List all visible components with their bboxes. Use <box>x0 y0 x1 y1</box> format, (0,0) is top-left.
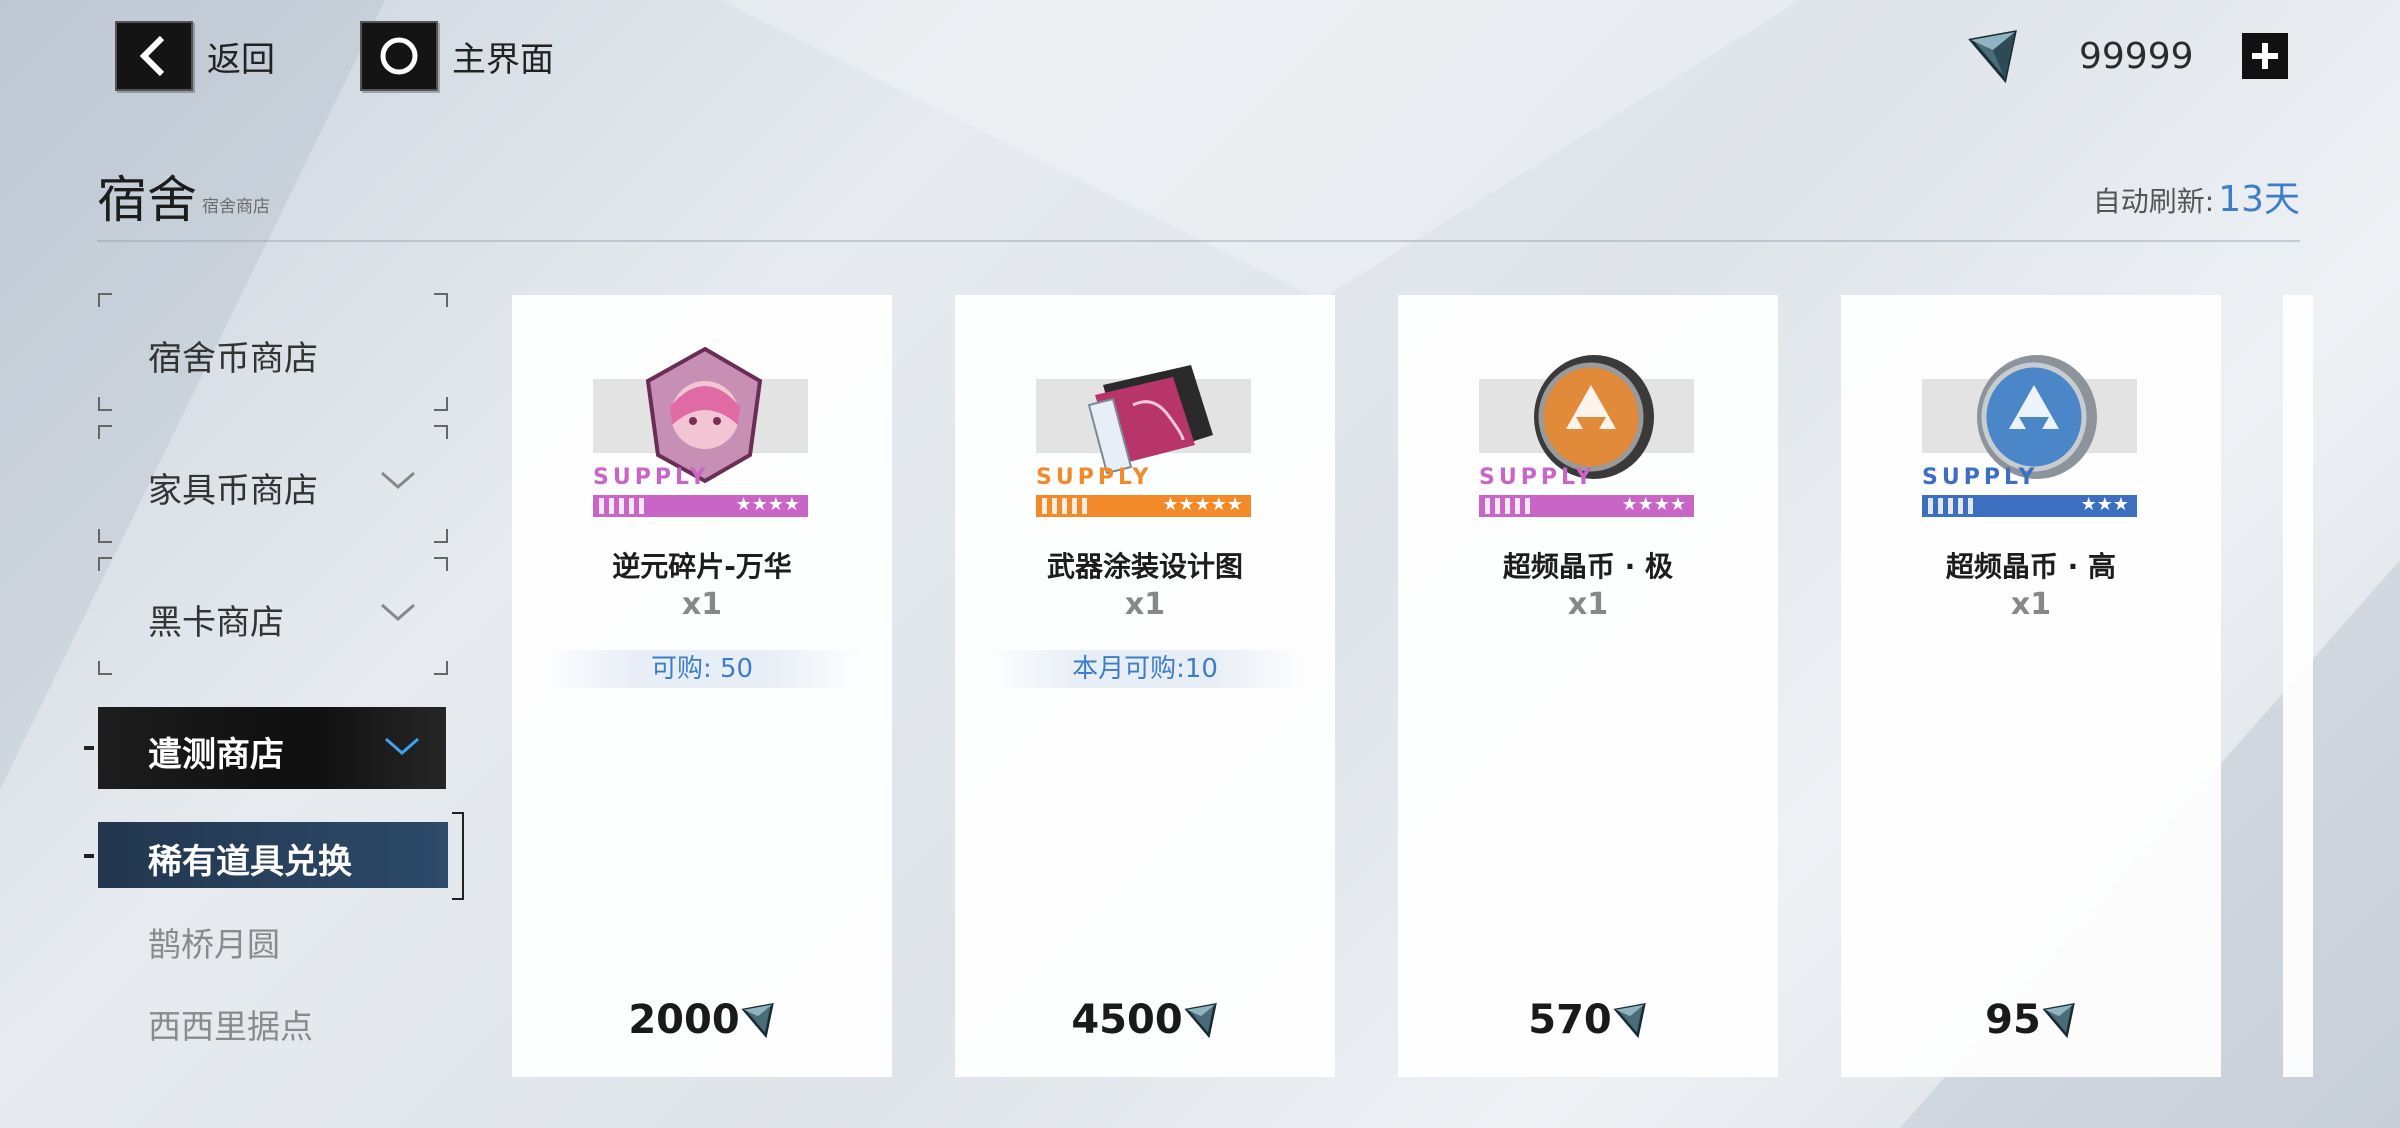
shop-item-card[interactable]: SUPPLY ★★★ 超频晶币 · 高 x1 95 <box>1841 295 2221 1077</box>
rarity-bar: ★★★★★ <box>1036 494 1251 517</box>
sidebar-subitem[interactable]: 鹊桥月圆 <box>148 918 280 966</box>
selection-bracket <box>452 812 464 900</box>
price-value: 2000 <box>628 997 740 1043</box>
home-label: 主界面 <box>452 39 554 80</box>
sidebar-item-black-card-shop[interactable]: 黑卡商店 <box>98 557 448 675</box>
item-quantity: x1 <box>681 587 723 622</box>
sidebar-item-label: 黑卡商店 <box>148 603 284 643</box>
sidebar-item-label: 家具币商店 <box>148 471 318 511</box>
shop-item-card[interactable]: SUPPLY ★★★★ 超频晶币 · 极 x1 570 <box>1398 295 1778 1077</box>
currency-value: 99999 <box>2079 35 2194 77</box>
active-marker <box>84 854 94 858</box>
supply-label: SUPPLY <box>593 465 710 490</box>
sidebar-item-label: 遣测商店 <box>148 735 284 775</box>
chevron-down-icon <box>385 737 419 755</box>
item-price: 570 <box>1398 997 1778 1043</box>
purchase-limit: 可购: 50 <box>542 650 862 688</box>
refresh-label: 自动刷新: <box>2092 185 2215 218</box>
rarity-bar: ★★★★ <box>593 494 808 517</box>
chevron-down-icon <box>381 603 415 621</box>
rarity-bar: ★★★★ <box>1479 494 1694 517</box>
item-price: 95 <box>1841 997 2221 1043</box>
home-button[interactable]: 主界面 <box>360 20 554 92</box>
supply-label: SUPPLY <box>1479 465 1596 490</box>
chevron-down-icon <box>381 471 415 489</box>
supply-label: SUPPLY <box>1036 465 1153 490</box>
divider <box>97 240 2300 242</box>
rarity-bar: ★★★ <box>1922 494 2137 517</box>
page-title: 宿舍 <box>97 171 197 229</box>
item-name: 逆元碎片-万华 <box>612 550 792 583</box>
overclock-coin-icon <box>1534 355 1654 479</box>
plus-icon <box>2251 43 2278 69</box>
refresh-value: 13天 <box>2218 179 2300 220</box>
rarity-stars: ★★★★★ <box>1162 494 1243 515</box>
price-value: 4500 <box>1071 997 1183 1043</box>
back-arrow-icon <box>115 21 193 91</box>
price-value: 95 <box>1985 997 2041 1043</box>
prism-currency-icon <box>741 1002 774 1038</box>
page-subtitle: 宿舍商店 <box>202 197 270 217</box>
price-value: 570 <box>1528 997 1612 1043</box>
active-marker <box>84 746 94 750</box>
back-label: 返回 <box>207 39 275 80</box>
character-fragment-icon <box>645 346 763 484</box>
back-button[interactable]: 返回 <box>115 20 275 92</box>
item-name: 超频晶币 · 高 <box>1945 550 2117 583</box>
prism-currency-icon <box>2042 1002 2075 1038</box>
item-price: 4500 <box>955 997 1335 1043</box>
rarity-stars: ★★★★ <box>1621 494 1686 515</box>
auto-refresh: 自动刷新: 13天 <box>2093 170 2300 222</box>
home-circle-icon <box>360 21 438 91</box>
shop-item-card[interactable]: SUPPLY ★★★★ 逆元碎片-万华 x1 可购: 50 2000 <box>512 295 892 1077</box>
sidebar-item-dorm-coin-shop[interactable]: 宿舍币商店 <box>98 293 448 411</box>
item-name: 超频晶币 · 极 <box>1502 550 1674 583</box>
item-price: 2000 <box>512 997 892 1043</box>
sidebar-item-exploration-shop[interactable]: 遣测商店 <box>98 707 446 789</box>
rarity-stars: ★★★★ <box>735 494 800 515</box>
prism-currency-icon <box>1968 30 2017 84</box>
overclock-coin-icon <box>1977 355 2097 479</box>
prism-currency-icon <box>1613 1002 1646 1038</box>
item-quantity: x1 <box>1567 587 1609 622</box>
item-quantity: x1 <box>2010 587 2052 622</box>
sidebar-item-furniture-coin-shop[interactable]: 家具币商店 <box>98 425 448 543</box>
item-name: 武器涂装设计图 <box>1046 550 1243 583</box>
background-shape <box>720 0 1800 300</box>
blueprint-icon <box>1087 365 1213 475</box>
rarity-stars: ★★★ <box>2080 494 2129 515</box>
add-currency-button[interactable] <box>2241 33 2288 79</box>
shop-item-card-partial[interactable] <box>2283 295 2313 1077</box>
sidebar-subitem[interactable]: 西西里据点 <box>148 1000 313 1048</box>
item-quantity: x1 <box>1124 587 1166 622</box>
sidebar-subitem-rare-items[interactable]: 稀有道具兑换 <box>98 822 448 888</box>
supply-label: SUPPLY <box>1922 465 2039 490</box>
purchase-limit: 本月可购:10 <box>985 650 1305 688</box>
prism-currency-icon <box>1184 1002 1217 1038</box>
sidebar-subitem-label: 稀有道具兑换 <box>148 842 352 882</box>
currency-display: 99999 <box>1965 28 2288 84</box>
shop-item-card[interactable]: SUPPLY ★★★★★ 武器涂装设计图 x1 本月可购:10 4500 <box>955 295 1335 1077</box>
sidebar-item-label: 宿舍币商店 <box>148 339 318 379</box>
